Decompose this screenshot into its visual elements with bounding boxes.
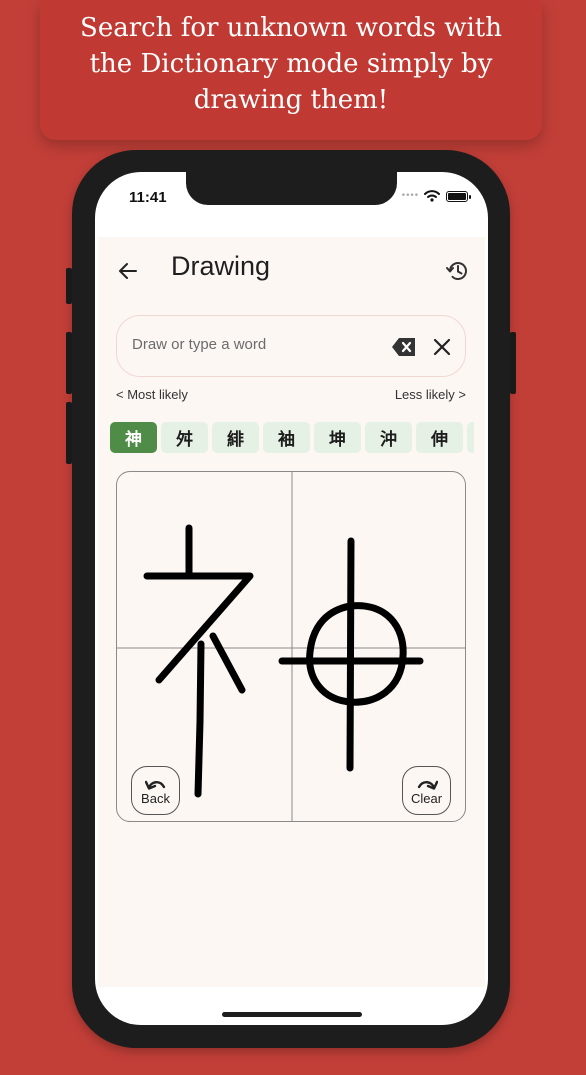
- drawing-canvas[interactable]: Back Clear: [116, 471, 466, 822]
- notch: [186, 172, 397, 205]
- less-likely-label: Less likely >: [394, 387, 466, 402]
- phone-screen: 11:41 •••• Drawing Draw or type a word <…: [95, 172, 488, 1025]
- backspace-icon[interactable]: [391, 336, 417, 358]
- most-likely-label: < Most likely: [116, 387, 188, 402]
- candidate-chip[interactable]: 伸: [416, 422, 463, 453]
- back-button-label: Back: [141, 790, 170, 806]
- candidate-list: 神 舛 緋 袖 坤 沖 伸: [110, 422, 474, 453]
- back-button[interactable]: Back: [131, 766, 180, 815]
- candidate-chip[interactable]: 緋: [212, 422, 259, 453]
- candidate-chip[interactable]: 坤: [314, 422, 361, 453]
- phone-power-button: [510, 332, 516, 394]
- status-icons: ••••: [400, 190, 471, 202]
- battery-icon: [446, 190, 471, 202]
- candidate-chip[interactable]: 沖: [365, 422, 412, 453]
- undo-icon: [144, 780, 165, 790]
- status-time: 11:41: [129, 189, 167, 206]
- promo-banner: Search for unknown words with the Dictio…: [40, 0, 542, 140]
- candidate-chip[interactable]: 舛: [161, 422, 208, 453]
- close-icon[interactable]: [431, 336, 453, 358]
- arrow-back-icon[interactable]: [114, 257, 142, 285]
- promo-text: Search for unknown words with the Dictio…: [80, 13, 502, 115]
- page-title: Drawing: [171, 251, 271, 281]
- history-icon[interactable]: [443, 257, 471, 285]
- top-app-bar: Drawing: [98, 237, 485, 305]
- home-indicator[interactable]: [222, 1012, 362, 1017]
- candidate-chip[interactable]: 神: [110, 422, 157, 453]
- clear-button-label: Clear: [410, 790, 443, 806]
- drawing-screen: Drawing Draw or type a word < Most likel…: [98, 237, 485, 987]
- ink-stroke: [194, 640, 205, 798]
- search-placeholder: Draw or type a word: [132, 336, 267, 353]
- wifi-icon: [424, 190, 440, 202]
- candidate-chip[interactable]: 袖: [263, 422, 310, 453]
- phone-volume-down: [66, 402, 72, 464]
- search-input[interactable]: Draw or type a word: [116, 315, 466, 377]
- ink-stroke: [306, 602, 407, 706]
- phone-volume-up: [66, 332, 72, 394]
- cellular-icon: ••••: [400, 191, 419, 201]
- clear-button[interactable]: Clear: [402, 766, 451, 815]
- redo-icon: [417, 780, 438, 790]
- ink-stroke: [209, 632, 246, 694]
- likelihood-labels: < Most likely Less likely >: [116, 387, 466, 405]
- candidate-chip-partial[interactable]: [467, 422, 474, 453]
- phone-silent-switch: [66, 268, 72, 304]
- ink-stroke: [346, 537, 355, 772]
